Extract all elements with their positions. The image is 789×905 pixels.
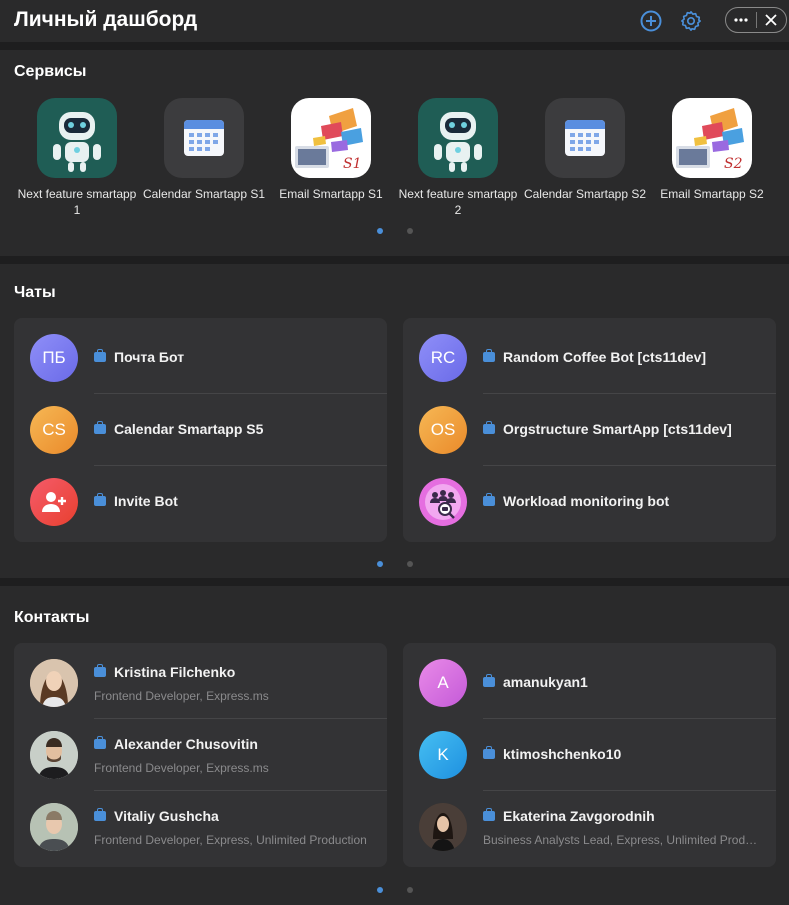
- services-section: Сервисы Next feature smartapp 1 Calendar…: [0, 50, 789, 256]
- service-calendar-s1[interactable]: Calendar Smartapp S1: [141, 98, 267, 202]
- window-controls: [725, 7, 787, 33]
- briefcase-icon: [94, 349, 106, 362]
- contact-role: Frontend Developer, Express.ms: [94, 761, 269, 775]
- briefcase-icon: [94, 736, 106, 749]
- contact-row[interactable]: Vitaliy Gushcha Frontend Developer, Expr…: [14, 791, 387, 863]
- briefcase-icon: [94, 664, 106, 677]
- avatar: CS: [30, 406, 78, 454]
- chat-row[interactable]: CS Calendar Smartapp S5: [14, 394, 387, 466]
- plus-circle-icon[interactable]: [639, 9, 663, 33]
- avatar: OS: [419, 406, 467, 454]
- briefcase-icon: [483, 674, 495, 687]
- email-icon: S1: [291, 98, 371, 178]
- contact-row[interactable]: K ktimoshchenko10: [403, 719, 776, 791]
- chats-card-left: ПБ Почта Бот CS Calendar Smartapp S5 Inv…: [14, 318, 387, 542]
- header-bar: Личный дашборд: [0, 0, 789, 42]
- contact-row[interactable]: A amanukyan1: [403, 647, 776, 719]
- close-icon[interactable]: [757, 8, 787, 32]
- service-label: Calendar Smartapp S2: [523, 187, 647, 201]
- chat-name: Random Coffee Bot [cts11dev]: [503, 349, 707, 365]
- email-badge-label: S2: [724, 156, 743, 172]
- contact-name: Vitaliy Gushcha: [114, 808, 219, 824]
- contact-name: Kristina Filchenko: [114, 664, 236, 680]
- chat-name: Calendar Smartapp S5: [114, 421, 264, 437]
- contact-row[interactable]: Ekaterina Zavgorodnih Business Analysts …: [403, 791, 776, 863]
- service-calendar-s2[interactable]: Calendar Smartapp S2: [522, 98, 648, 202]
- contact-row[interactable]: Kristina Filchenko Frontend Developer, E…: [14, 647, 387, 719]
- service-email-s2[interactable]: S2 Email Smartapp S2: [649, 98, 775, 202]
- user-photo: [30, 803, 78, 851]
- chat-row[interactable]: RC Random Coffee Bot [cts11dev]: [403, 322, 776, 394]
- chat-row[interactable]: ПБ Почта Бот: [14, 322, 387, 394]
- contacts-card-left: Kristina Filchenko Frontend Developer, E…: [14, 643, 387, 867]
- page-dot-active[interactable]: [377, 561, 383, 567]
- page-dot[interactable]: [407, 228, 413, 234]
- briefcase-icon: [94, 493, 106, 506]
- contact-name: ktimoshchenko10: [503, 746, 622, 762]
- briefcase-icon: [483, 421, 495, 434]
- chat-row[interactable]: Invite Bot: [14, 466, 387, 538]
- service-label: Next feature smartapp 1: [17, 187, 137, 217]
- contact-role: Business Analysts Lead, Express, Unlimit…: [483, 833, 760, 847]
- service-label: Email Smartapp S1: [279, 187, 383, 201]
- service-label: Calendar Smartapp S1: [142, 187, 266, 201]
- page-dot-active[interactable]: [377, 887, 383, 893]
- chats-pagination: [377, 561, 413, 567]
- robot-icon: [37, 98, 117, 178]
- team-search-icon: [419, 478, 467, 526]
- email-badge-label: S1: [343, 156, 362, 172]
- user-photo: [419, 803, 467, 851]
- briefcase-icon: [483, 808, 495, 821]
- chat-row[interactable]: Workload monitoring bot: [403, 466, 776, 538]
- contact-role: Frontend Developer, Express, Unlimited P…: [94, 833, 367, 847]
- briefcase-icon: [483, 746, 495, 759]
- contacts-title: Контакты: [14, 609, 90, 626]
- contact-row[interactable]: Alexander Chusovitin Frontend Developer,…: [14, 719, 387, 791]
- chat-name: Почта Бот: [114, 349, 185, 365]
- briefcase-icon: [483, 349, 495, 362]
- briefcase-icon: [94, 808, 106, 821]
- service-label: Email Smartapp S2: [660, 187, 764, 201]
- contacts-pagination: [377, 887, 413, 893]
- add-user-icon: [30, 478, 78, 526]
- contact-name: Ekaterina Zavgorodnih: [503, 808, 655, 824]
- chats-title: Чаты: [14, 284, 56, 301]
- contacts-section: Контакты Kristina Filchenko Frontend Dev…: [0, 586, 789, 905]
- chat-name: Workload monitoring bot: [503, 493, 670, 509]
- calendar-icon: [545, 98, 625, 178]
- avatar: A: [419, 659, 467, 707]
- services-title: Сервисы: [14, 63, 87, 80]
- chat-name: Orgstructure SmartApp [cts11dev]: [503, 421, 732, 437]
- page-dot[interactable]: [407, 561, 413, 567]
- service-next-feature-1[interactable]: Next feature smartapp 1: [14, 98, 140, 218]
- user-photo: [30, 731, 78, 779]
- robot-icon: [418, 98, 498, 178]
- contact-name: amanukyan1: [503, 674, 588, 690]
- avatar: K: [419, 731, 467, 779]
- chats-card-right: RC Random Coffee Bot [cts11dev] OS Orgst…: [403, 318, 776, 542]
- avatar: RC: [419, 334, 467, 382]
- contact-name: Alexander Chusovitin: [114, 736, 258, 752]
- contact-role: Frontend Developer, Express.ms: [94, 689, 269, 703]
- briefcase-icon: [94, 421, 106, 434]
- contacts-card-right: A amanukyan1 K ktimoshchenko10 Ekaterina…: [403, 643, 776, 867]
- email-icon: S2: [672, 98, 752, 178]
- page-title: Личный дашборд: [14, 8, 198, 31]
- service-label: Next feature smartapp 2: [398, 187, 518, 217]
- page-dot-active[interactable]: [377, 228, 383, 234]
- gear-icon[interactable]: [679, 9, 703, 33]
- briefcase-icon: [483, 493, 495, 506]
- more-icon[interactable]: [726, 8, 756, 32]
- chat-name: Invite Bot: [114, 493, 178, 509]
- chats-section: Чаты ПБ Почта Бот CS Calendar Smartapp S…: [0, 264, 789, 578]
- chat-row[interactable]: OS Orgstructure SmartApp [cts11dev]: [403, 394, 776, 466]
- service-email-s1[interactable]: S1 Email Smartapp S1: [268, 98, 394, 202]
- user-photo: [30, 659, 78, 707]
- services-pagination: [377, 228, 413, 234]
- calendar-icon: [164, 98, 244, 178]
- page-dot[interactable]: [407, 887, 413, 893]
- avatar: ПБ: [30, 334, 78, 382]
- service-next-feature-2[interactable]: Next feature smartapp 2: [395, 98, 521, 218]
